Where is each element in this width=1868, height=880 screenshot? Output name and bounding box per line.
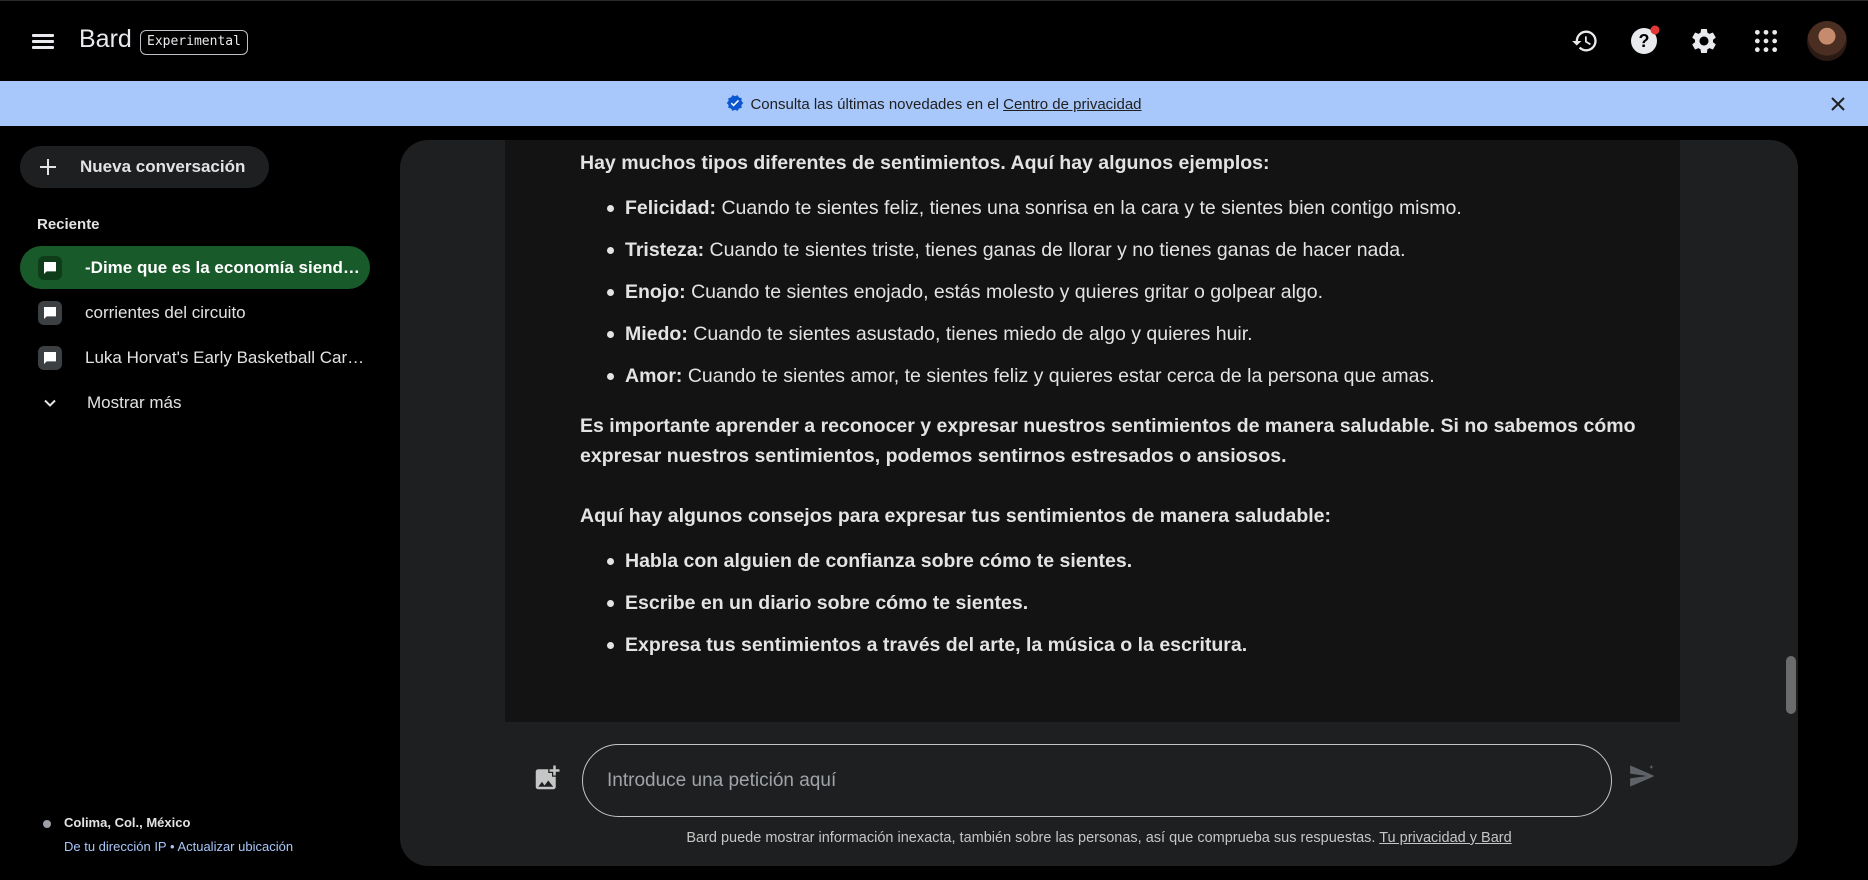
new-conversation-label: Nueva conversación xyxy=(80,157,246,176)
update-location-link[interactable]: Actualizar ubicación xyxy=(177,839,293,854)
feeling-text: Cuando te sientes amor, te sientes feliz… xyxy=(682,365,1435,387)
svg-text:?: ? xyxy=(1639,31,1650,51)
tips-intro: Aquí hay algunos consejos para expresar … xyxy=(580,505,1331,527)
privacy-banner: Consulta las últimas novedades en el Cen… xyxy=(0,81,1868,126)
sidebar-item-corrientes[interactable]: corrientes del circuito xyxy=(20,291,370,334)
sidebar-item-economia[interactable]: -Dime que es la economía sienda una pers… xyxy=(20,246,370,289)
sidebar-item-luka-horvat[interactable]: Luka Horvat's Early Basketball Career xyxy=(20,336,370,379)
feelings-list: Felicidad: Cuando te sientes feliz, tien… xyxy=(580,193,1640,391)
apps-grid-icon[interactable] xyxy=(1746,21,1786,61)
new-conversation-button[interactable]: Nueva conversación xyxy=(20,146,269,188)
list-item: Miedo: Cuando te sientes asustado, tiene… xyxy=(580,319,1640,349)
avatar[interactable] xyxy=(1807,21,1847,61)
recent-heading: Reciente xyxy=(37,216,100,233)
verified-icon xyxy=(727,95,744,111)
list-item: Tristeza: Cuando te sientes triste, tien… xyxy=(580,235,1640,265)
feeling-term: Felicidad: xyxy=(625,197,717,219)
response-area: Hay muchos tipos diferentes de sentimien… xyxy=(505,140,1680,722)
chat-bubble-icon xyxy=(38,346,62,370)
feeling-term: Miedo: xyxy=(625,323,688,345)
ip-address-link[interactable]: De tu dirección IP xyxy=(64,839,166,854)
privacy-center-link[interactable]: Centro de privacidad xyxy=(1003,96,1141,113)
history-icon[interactable] xyxy=(1565,21,1605,61)
top-bar: Bard Experimental ? xyxy=(0,0,1868,81)
feeling-term: Enojo: xyxy=(625,281,686,303)
menu-icon[interactable] xyxy=(26,26,62,56)
feeling-term: Tristeza: xyxy=(625,239,705,261)
list-item: Habla con alguien de confianza sobre cóm… xyxy=(580,546,1640,576)
settings-icon[interactable] xyxy=(1684,21,1724,61)
privacy-bard-link[interactable]: Tu privacidad y Bard xyxy=(1379,830,1511,846)
main-panel: Hay muchos tipos diferentes de sentimien… xyxy=(400,140,1798,866)
feeling-term: Amor: xyxy=(625,365,683,387)
chat-bubble-icon xyxy=(38,301,62,325)
response-intro: Hay muchos tipos diferentes de sentimien… xyxy=(580,152,1270,174)
show-more-label: Mostrar más xyxy=(87,393,182,412)
list-item: Felicidad: Cuando te sientes feliz, tien… xyxy=(580,193,1640,223)
help-icon[interactable]: ? xyxy=(1624,21,1664,61)
prompt-input[interactable] xyxy=(582,744,1612,817)
sidebar-item-label: -Dime que es la economía sienda una pers… xyxy=(85,258,365,277)
experimental-badge: Experimental xyxy=(140,30,248,55)
list-item: Amor: Cuando te sientes amor, te sientes… xyxy=(580,361,1640,391)
location-separator: • xyxy=(166,839,178,854)
brand-name: Bard xyxy=(79,25,132,53)
feeling-text: Cuando te sientes asustado, tienes miedo… xyxy=(687,323,1253,345)
banner-text: Consulta las últimas novedades en el xyxy=(750,96,1004,113)
location-place: Colima, Col., México xyxy=(64,815,191,830)
list-item: Escribe en un diario sobre cómo te sient… xyxy=(580,588,1640,618)
sidebar-item-label: corrientes del circuito xyxy=(85,303,246,322)
feeling-text: Cuando te sientes enojado, estás molesto… xyxy=(685,281,1324,303)
plus-icon xyxy=(40,159,56,175)
list-item: Enojo: Cuando te sientes enojado, estás … xyxy=(580,277,1640,307)
sidebar-item-label: Luka Horvat's Early Basketball Career xyxy=(85,348,365,367)
tips-list: Habla con alguien de confianza sobre cóm… xyxy=(580,546,1640,660)
add-image-icon[interactable] xyxy=(532,763,564,795)
show-more-button[interactable]: Mostrar más xyxy=(20,382,270,424)
send-icon[interactable] xyxy=(1627,761,1661,795)
scrollbar-thumb[interactable] xyxy=(1786,656,1796,714)
chat-bubble-icon xyxy=(38,256,62,280)
response-content: Hay muchos tipos diferentes de sentimien… xyxy=(580,148,1640,660)
location-dot-icon xyxy=(43,820,51,828)
list-item: Expresa tus sentimientos a través del ar… xyxy=(580,630,1640,660)
close-icon[interactable] xyxy=(1826,92,1850,116)
chevron-down-icon xyxy=(44,399,56,407)
importance-paragraph: Es importante aprender a reconocer y exp… xyxy=(580,415,1636,467)
disclaimer: Bard puede mostrar información inexacta,… xyxy=(400,830,1798,846)
feeling-text: Cuando te sientes triste, tienes ganas d… xyxy=(704,239,1406,261)
disclaimer-text: Bard puede mostrar información inexacta,… xyxy=(686,830,1380,846)
feeling-text: Cuando te sientes feliz, tienes una sonr… xyxy=(716,197,1462,219)
